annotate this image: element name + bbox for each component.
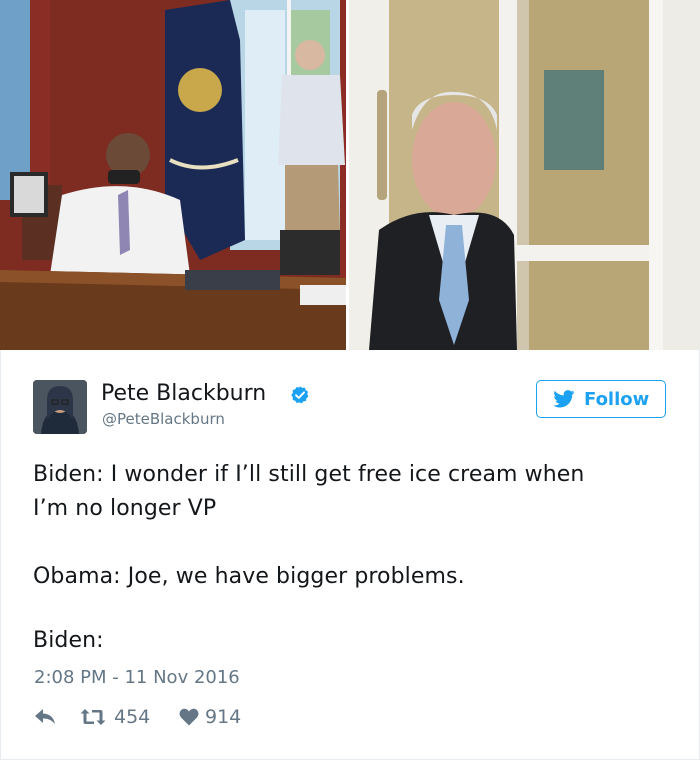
follow-button[interactable]: Follow [536, 380, 666, 418]
tweet-text-line: I’m no longer VP [33, 496, 217, 521]
retweet-button[interactable]: 454 [80, 705, 170, 731]
photo-collage [0, 0, 700, 350]
like-button[interactable]: 914 [179, 705, 259, 731]
like-count: 914 [205, 706, 242, 728]
photo-oval-office-phone-call [0, 0, 349, 350]
tweet-card: Pete Blackburn @PeteBlackburn Follow Bid… [0, 350, 700, 760]
tweet-text-line: Obama: Joe, we have bigger problems. [33, 564, 465, 589]
retweet-icon [80, 709, 106, 725]
reply-icon [35, 709, 55, 724]
avatar[interactable] [33, 380, 87, 434]
tweet-text-line: Biden: I wonder if I’ll still get free i… [33, 462, 585, 487]
photo-man-behind-window [349, 0, 700, 350]
reply-button[interactable] [34, 705, 58, 731]
heart-icon [179, 708, 199, 726]
verified-badge-icon [291, 386, 309, 404]
author-handle[interactable]: @PeteBlackburn [102, 410, 225, 428]
follow-button-label: Follow [584, 389, 650, 410]
tweet-timestamp[interactable]: 2:08 PM - 11 Nov 2016 [34, 667, 240, 688]
retweet-count: 454 [114, 706, 151, 728]
twitter-bird-icon [553, 390, 575, 408]
author-name[interactable]: Pete Blackburn [101, 381, 266, 406]
tweet-text-line: Biden: [33, 628, 104, 653]
